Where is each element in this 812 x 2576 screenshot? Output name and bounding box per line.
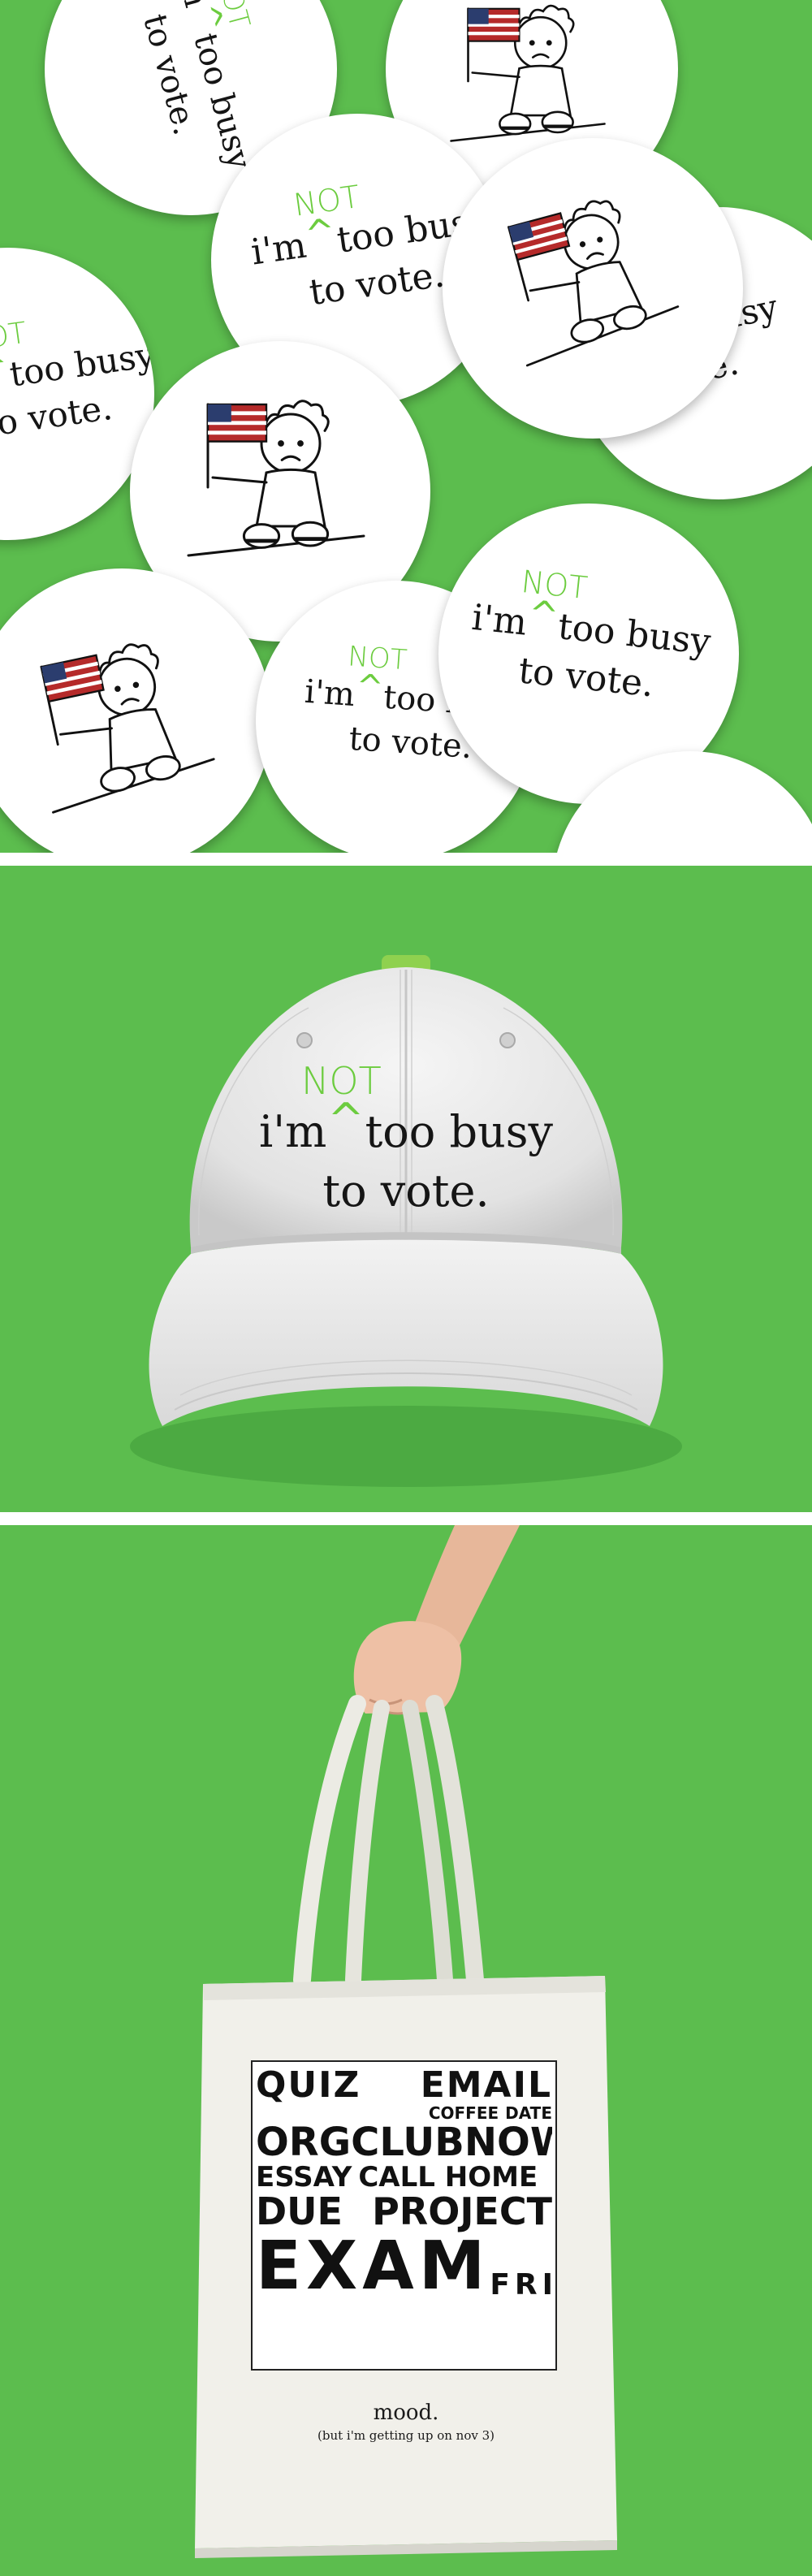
- american-flag-icon: [206, 403, 268, 443]
- american-flag-icon: [467, 7, 520, 42]
- tote-panel: QUIZ EMAIL COFFEE DATE ORG CLUB NOW ESSA…: [0, 1525, 812, 2576]
- collage-word: NOW: [464, 2120, 552, 2165]
- collage-word: ORG: [256, 2120, 352, 2165]
- sad-kid-with-flag-icon: [40, 643, 215, 814]
- slogan-line-2: to vote.: [322, 1165, 490, 1217]
- tote-subcaption: (but i'm getting up on nov 3): [317, 2428, 495, 2443]
- collage-word: FRI: [490, 2268, 552, 2302]
- sad-kid-with-flag-icon: [187, 400, 365, 557]
- caret-mark: ^: [327, 1093, 365, 1145]
- collage-word: DATE: [505, 2103, 552, 2123]
- collage-word: EMAIL: [420, 2068, 552, 2106]
- american-flag-icon: [40, 654, 105, 703]
- collage-word: QUIZ: [256, 2068, 361, 2106]
- collage-word: EXAM: [256, 2228, 490, 2305]
- collage-word: DUE: [256, 2189, 343, 2233]
- collage-word: ESSAY: [256, 2161, 352, 2193]
- collage-word: PROJECT: [372, 2189, 552, 2233]
- slogan-line-1: NOT i'm^too busy: [259, 1059, 553, 1162]
- stickers-panel: NOT i'm^too busy to vote.: [0, 0, 812, 853]
- collage-word: COFFEE: [428, 2103, 499, 2123]
- sticker-kid: [443, 138, 743, 439]
- collage-word: CALL HOME: [358, 2161, 538, 2193]
- sad-kid-with-flag-icon: [508, 200, 680, 367]
- cap-panel: NOT i'm^too busy to vote.: [0, 866, 812, 1512]
- tote-word-collage: QUIZ EMAIL COFFEE DATE ORG CLUB NOW ESSA…: [256, 2068, 552, 2364]
- cap-slogan: NOT i'm^too busy to vote.: [0, 866, 812, 1385]
- tote-caption: mood.: [373, 2401, 439, 2425]
- american-flag-icon: [508, 212, 571, 261]
- collage-word: CLUB: [351, 2120, 464, 2165]
